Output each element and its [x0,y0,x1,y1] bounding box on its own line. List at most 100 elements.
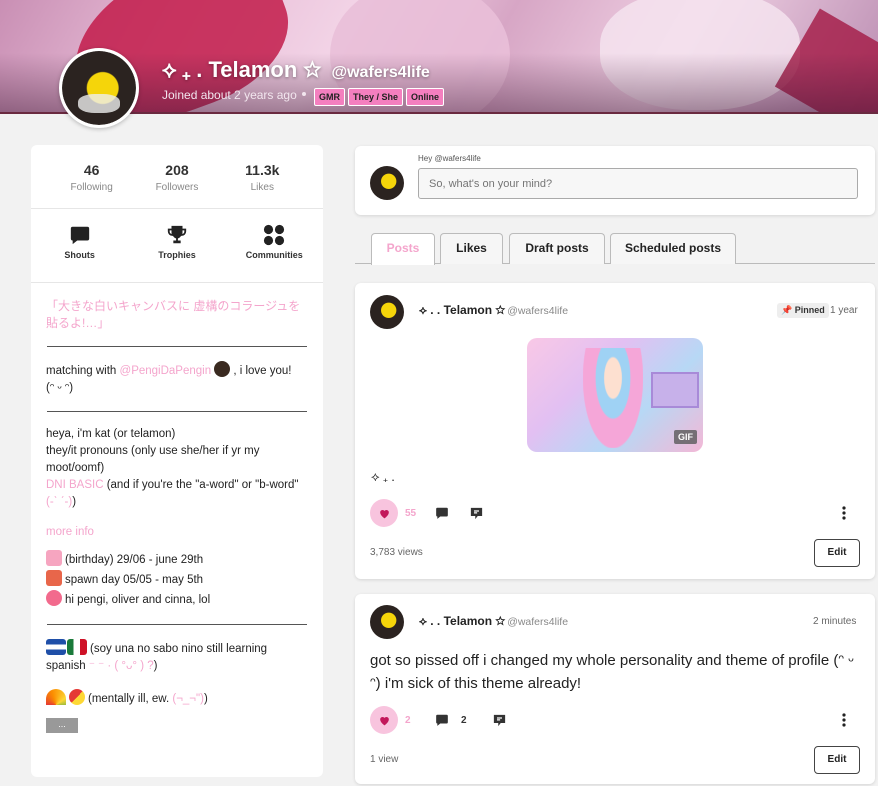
profile-sidebar: 46 Following 208 Followers 11.3k Likes S… [31,145,323,777]
tab-draft-posts[interactable]: Draft posts [509,233,605,264]
bio-face: (¬_¬") [172,693,204,705]
repost-icon[interactable] [492,713,507,728]
repost-icon[interactable] [469,506,484,521]
more-info-link[interactable]: more info [46,524,308,541]
shortcut-label: Communities [245,250,303,260]
bio-face: (-ˋ ˊ-) [46,496,73,508]
gif-label: GIF [674,430,697,444]
gif-artwork [583,348,643,448]
post-text: got so pissed off i changed my whole per… [370,652,854,692]
tab-likes[interactable]: Likes [440,233,503,264]
more-options-icon[interactable] [841,506,847,520]
tab-posts[interactable]: Posts [371,233,435,265]
flower-icon [46,590,62,606]
heart-icon [379,509,389,518]
stat-following[interactable]: 46 Following [52,162,132,208]
pinned-label: Pinned [794,305,825,315]
stat-followers[interactable]: 208 Followers [137,162,217,208]
stat-likes[interactable]: 11.3k Likes [222,162,302,208]
comment-icon[interactable] [435,713,449,727]
edit-button[interactable]: Edit [814,539,860,567]
profile-avatar[interactable] [59,48,139,128]
trophies-button[interactable]: Trophies [137,224,217,282]
composer-greeting: Hey @wafers4life [418,154,481,163]
bio-text: ) [153,660,158,672]
like-count: 2 [405,715,411,726]
post-author-handle: @wafers4life [507,616,569,628]
post-author-handle: @wafers4life [507,305,569,317]
post-author-avatar[interactable] [370,605,404,639]
pill-icon [69,689,85,705]
post-time: 2 minutes [813,616,857,627]
expand-bio-button[interactable]: ... [46,718,78,733]
el-salvador-flag-icon [46,639,66,655]
bio-text: (birthday) 29/06 - june 29th [65,554,204,566]
post-caption: ⟡ ₊ . [371,469,395,484]
avatar-emoji-icon [214,361,231,377]
post-author-name: ⟡ . . Telamon ☆ [419,614,506,628]
pinned-badge: 📌 Pinned [777,303,829,318]
profile-bio: 「大きな白いキャンバスに 虚構のコラージュを貼るよ!…」 matching wi… [31,283,323,733]
mexico-flag-icon [67,639,87,655]
badge-online: Online [406,88,445,106]
tab-scheduled-posts[interactable]: Scheduled posts [610,233,736,264]
post-card: ⟡ . . Telamon ☆ @wafers4life 2 minutes go… [355,594,875,784]
bio-text: matching with [46,365,120,377]
bio-matching: matching with @PengiDaPengin , i love yo… [46,361,308,397]
trophy-icon [167,225,187,244]
comment-icon[interactable] [435,506,449,520]
bio-text: hi pengi, oliver and cinna, lol [65,594,211,606]
composer-input[interactable] [418,168,858,199]
stat-label: Following [70,182,113,193]
profile-handle: @wafers4life [331,64,430,81]
pin-icon: 📌 [781,305,793,315]
like-count: 55 [405,508,417,519]
divider [47,624,307,625]
composer-avatar [370,166,404,200]
profile-tabs: Posts Likes Draft posts Scheduled posts [355,233,875,265]
mention-link[interactable]: @PengiDaPengin [120,365,212,377]
bio-intro: heya, i'm kat (or telamon) they/it prono… [46,426,308,511]
shouts-button[interactable]: Shouts [40,224,120,282]
bio-text: they/it pronouns (only use she/her if yr… [46,445,260,474]
rainbow-icon [46,689,66,705]
post-author-avatar[interactable] [370,295,404,329]
like-button[interactable] [370,499,398,527]
stat-value: 46 [83,162,100,178]
comment-count: 2 [461,715,467,726]
bio-spanish: (soy una no sabo nino still learning spa… [46,639,308,675]
banner-divider [0,112,878,114]
stat-label: Likes [250,182,274,193]
post-card-pinned: ⟡ . . Telamon ☆ @wafers4life 📌 Pinned 1 y… [355,283,875,579]
communities-button[interactable]: Communities [234,224,314,282]
post-author[interactable]: ⟡ . . Telamon ☆ @wafers4life [419,303,568,318]
post-author[interactable]: ⟡ . . Telamon ☆ @wafers4life [419,614,568,629]
profile-display-name: ⟡ ₊ . Telamon ☆ [162,57,322,82]
grid-dots-icon [264,224,285,246]
chat-bubble-icon [70,226,89,245]
post-time: 1 year [830,305,858,316]
shortcut-label: Trophies [158,250,196,260]
profile-stats: 46 Following 208 Followers 11.3k Likes [31,145,323,209]
bio-dates: (birthday) 29/06 - june 29th spawn day 0… [46,550,308,610]
badge-pronouns: They / She [348,88,404,106]
more-options-icon[interactable] [841,713,847,727]
heart-icon [379,716,389,725]
bio-text: (and if you're the "a-word" or "b-word" [103,479,299,491]
separator-dot [302,92,306,96]
post-gif[interactable]: GIF [527,338,703,452]
bio-quote: 「大きな白いキャンバスに 虚構のコラージュを貼るよ!…」 [46,299,301,330]
view-count: 3,783 views [370,547,423,558]
bio-text: heya, i'm kat (or telamon) [46,428,176,440]
post-composer: Hey @wafers4life [355,146,875,215]
post-author-name: ⟡ . . Telamon ☆ [419,303,506,317]
bio-text: (ᵔ ᵕ ᵔ) [46,382,74,394]
birthday-cake-icon [46,550,62,566]
gif-artwork [651,372,699,408]
bio-text: (mentally ill, ew. [88,693,173,705]
bio-text: spawn day 05/05 - may 5th [65,574,204,586]
edit-button[interactable]: Edit [814,746,860,774]
like-button[interactable] [370,706,398,734]
dni-link[interactable]: DNI BASIC [46,479,104,491]
profile-name: ⟡ ₊ . Telamon ☆ @wafers4life [162,57,430,83]
